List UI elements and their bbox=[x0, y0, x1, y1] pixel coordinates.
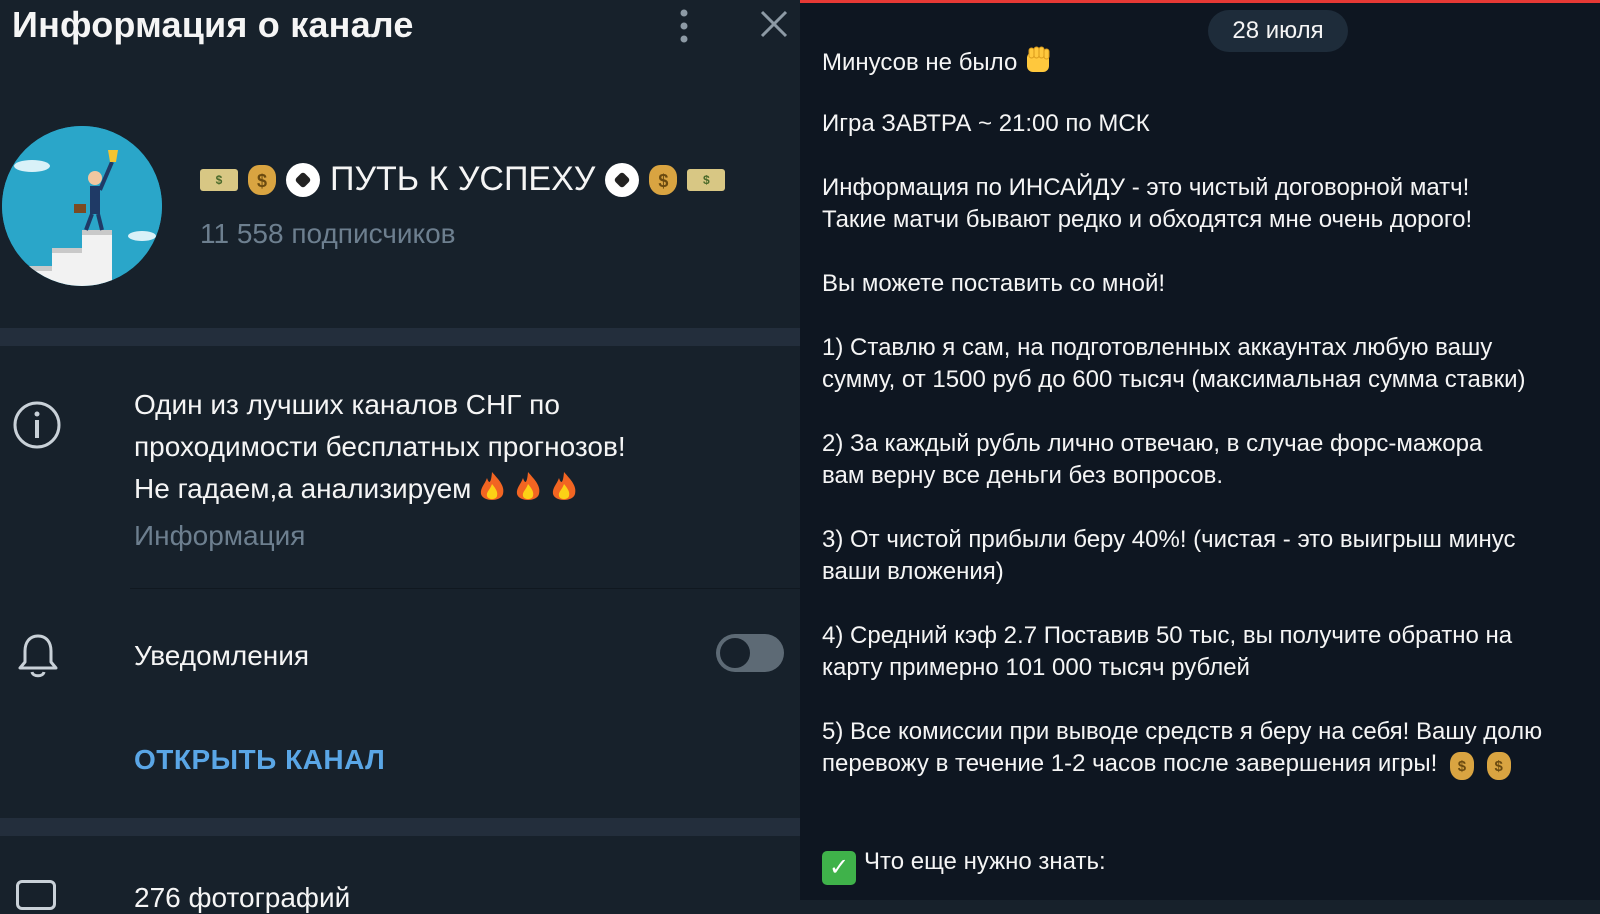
fire-icon bbox=[517, 472, 540, 500]
message-line: Вы можете поставить со мной! bbox=[822, 270, 1166, 297]
message-line: 5) Все комиссии при выводе средств я бер… bbox=[822, 718, 1543, 745]
top-accent-bar bbox=[800, 0, 1600, 3]
description-line-text: Не гадаем,а анализируем bbox=[134, 473, 472, 504]
message-line: Игра ЗАВТРА ~ 21:00 по МСК bbox=[822, 110, 1150, 137]
toggle-knob bbox=[718, 636, 752, 670]
notifications-label: Уведомления bbox=[134, 640, 310, 671]
more-vertical-icon[interactable] bbox=[672, 6, 696, 46]
description-line: проходимости бесплатных прогнозов! bbox=[134, 431, 626, 462]
money-bag-icon: $ bbox=[649, 164, 678, 195]
message-line: Минусов не было bbox=[822, 44, 1592, 79]
money-bag-icon: $ bbox=[248, 164, 276, 195]
channel-avatar[interactable] bbox=[2, 126, 162, 286]
money-bill-icon: $ bbox=[200, 168, 238, 191]
message-line: 3) От чистой прибыли беру 40%! (чистая -… bbox=[822, 526, 1516, 553]
media-count-label[interactable]: 276 фотографий bbox=[134, 882, 350, 914]
section-divider bbox=[0, 818, 800, 836]
money-bill-icon: $ bbox=[687, 168, 726, 191]
message-line: сумму, от 1500 руб до 600 тысяч (максима… bbox=[822, 366, 1526, 393]
message-line: 4) Средний кэф 2.7 Поставив 50 тыс, вы п… bbox=[822, 622, 1513, 649]
message-line: перевожу в течение 1-2 часов после завер… bbox=[822, 748, 1592, 780]
money-bag-icon: $ bbox=[1449, 752, 1474, 780]
open-channel-button[interactable]: ОТКРЫТЬ КАНАЛ bbox=[134, 744, 385, 776]
notifications-toggle[interactable] bbox=[716, 634, 784, 672]
soccer-ball-icon bbox=[605, 162, 640, 197]
description-caption: Информация bbox=[134, 520, 306, 551]
message-line: ✓ Что еще нужно знать: bbox=[822, 846, 1592, 885]
message-line: 2) За каждый рубль лично отвечаю, в случ… bbox=[822, 430, 1483, 457]
description-line: Один из лучших каналов СНГ по bbox=[134, 389, 560, 420]
message-line: 1) Ставлю я сам, на подготовленных аккау… bbox=[822, 334, 1493, 361]
message-line: Информация по ИНСАЙДУ - это чистый догов… bbox=[822, 174, 1470, 201]
chat-panel: 28 июля Минусов не было Игра ЗАВТРА ~ 21… bbox=[800, 0, 1600, 900]
channel-name-row: $ $ ПУТЬ К УСПЕХУ $ $ bbox=[200, 160, 726, 199]
message-line: карту примерно 101 000 тысяч рублей bbox=[822, 654, 1250, 681]
soccer-ball-icon bbox=[286, 162, 320, 197]
photo-icon bbox=[16, 880, 56, 910]
channel-name: ПУТЬ К УСПЕХУ bbox=[330, 160, 596, 198]
money-bag-icon: $ bbox=[1486, 752, 1511, 780]
check-mark-icon: ✓ bbox=[822, 851, 856, 885]
message-text: перевожу в течение 1-2 часов после завер… bbox=[822, 750, 1438, 777]
info-icon bbox=[13, 401, 61, 449]
subscriber-count: 11 558 подписчиков bbox=[200, 218, 456, 249]
bell-icon bbox=[18, 634, 58, 678]
message-text: Минусов не было bbox=[822, 49, 1018, 76]
fire-icon bbox=[553, 472, 576, 500]
fire-icon bbox=[481, 472, 504, 500]
message-line: вам верну все деньги без вопросов. bbox=[822, 462, 1224, 489]
section-divider bbox=[0, 328, 800, 346]
message-line: Такие матчи бывают редко и обходятся мне… bbox=[822, 206, 1473, 233]
message-line: ваши вложения) bbox=[822, 558, 1004, 585]
message-text: Что еще нужно знать: bbox=[864, 848, 1106, 875]
close-icon[interactable] bbox=[758, 8, 790, 40]
row-divider bbox=[130, 588, 800, 589]
fist-icon bbox=[1027, 46, 1050, 72]
description-line: Не гадаем,а анализируем bbox=[134, 468, 784, 510]
channel-description: Один из лучших каналов СНГ по проходимос… bbox=[134, 384, 784, 510]
channel-info-panel: Информация о канале $ $ ПУТЬ К УСПЕХУ $ … bbox=[0, 0, 800, 913]
panel-title: Информация о канале bbox=[12, 4, 414, 45]
